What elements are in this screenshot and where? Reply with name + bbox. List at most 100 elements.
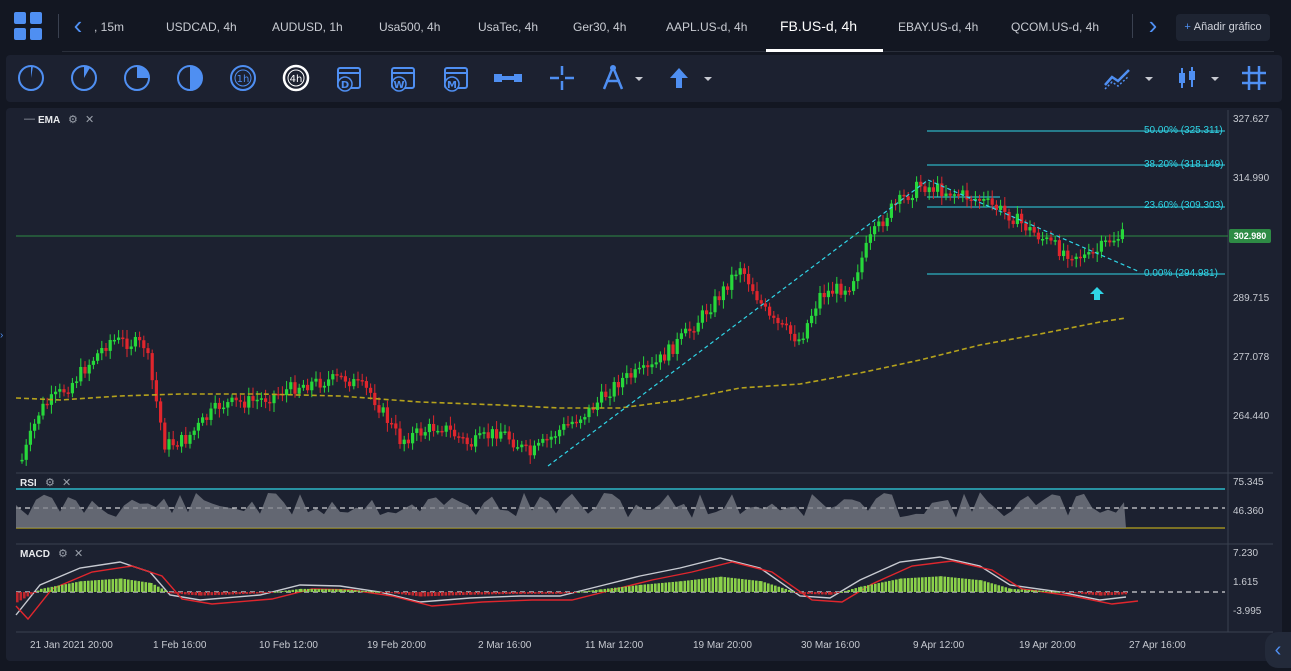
macd-histogram-bar	[1055, 591, 1059, 593]
macd-settings-gear-icon[interactable]: ⚙	[58, 547, 68, 560]
macd-histogram-bar	[1052, 591, 1055, 593]
macd-histogram-bar	[635, 585, 638, 592]
candle-body	[482, 432, 486, 434]
macd-histogram-bar	[1001, 586, 1004, 592]
macd-histogram-bar	[1024, 589, 1027, 592]
macd-histogram-bar	[249, 592, 252, 594]
candle-body	[28, 430, 32, 445]
candle-body	[75, 381, 79, 383]
candle-body	[667, 344, 671, 361]
trend-line	[927, 179, 1141, 273]
side-panel-toggle-icon[interactable]: ‹	[1265, 632, 1291, 668]
macd-histogram-bar	[491, 592, 494, 595]
candle-body	[268, 401, 272, 404]
candle-body	[251, 396, 255, 401]
ema-label: EMA	[38, 115, 61, 126]
candle-body	[831, 290, 835, 294]
candle-body	[201, 417, 205, 423]
rsi-tick: 46.360	[1233, 506, 1264, 517]
macd-histogram-bar	[90, 580, 94, 592]
macd-histogram-bar	[303, 588, 307, 592]
macd-histogram-bar	[54, 586, 57, 592]
left-edge-handle-icon[interactable]: ›	[0, 330, 3, 341]
candle-body	[306, 384, 310, 391]
collapse-ema-icon[interactable]: —	[24, 113, 35, 125]
candle-body	[188, 434, 192, 444]
candle-body	[805, 323, 809, 339]
price-chart[interactable]	[0, 0, 1291, 671]
macd-histogram-bar	[867, 585, 870, 592]
candle-body	[654, 362, 658, 365]
candle-body	[1078, 256, 1082, 259]
macd-histogram-bar	[643, 584, 647, 592]
macd-histogram-bar	[270, 592, 274, 593]
macd-histogram-bar	[723, 577, 727, 592]
candle-body	[226, 402, 230, 408]
candle-body	[96, 353, 100, 361]
candle-body	[692, 331, 696, 333]
macd-histogram-bar	[701, 578, 704, 592]
candle-body	[364, 381, 368, 388]
rsi-settings-gear-icon[interactable]: ⚙	[45, 476, 55, 489]
candle-body	[469, 444, 473, 447]
candle-body	[957, 194, 961, 196]
macd-histogram-bar	[770, 584, 774, 592]
candle-body	[553, 436, 557, 438]
macd-histogram-bar	[563, 592, 567, 594]
candle-body	[192, 430, 196, 435]
macd-histogram-bar	[1103, 592, 1107, 596]
macd-histogram-bar	[537, 592, 541, 594]
candle-body	[436, 430, 440, 433]
macd-histogram-bar	[508, 592, 512, 595]
macd-histogram-bar	[187, 592, 191, 595]
macd-histogram-bar	[928, 576, 931, 592]
macd-histogram-bar	[221, 592, 224, 595]
candle-body	[810, 315, 814, 324]
up-arrow-marker	[1090, 287, 1104, 300]
macd-histogram-bar	[423, 592, 427, 597]
macd-histogram-bar	[404, 592, 408, 595]
macd-histogram-bar	[252, 592, 256, 594]
macd-histogram-bar	[943, 576, 947, 592]
macd-histogram-bar	[784, 588, 788, 592]
candle-body	[259, 398, 263, 400]
ema-settings-gear-icon[interactable]: ⚙	[68, 113, 78, 126]
macd-histogram-bar	[1048, 591, 1052, 593]
candle-body	[1036, 232, 1040, 240]
macd-histogram-bar	[224, 592, 228, 595]
candle-body	[104, 347, 108, 351]
macd-histogram-bar	[795, 592, 798, 593]
rsi-close-icon[interactable]: ✕	[62, 476, 71, 489]
macd-histogram-bar	[130, 580, 134, 592]
macd-histogram-bar	[411, 592, 415, 596]
macd-histogram-bar	[477, 592, 480, 595]
macd-histogram-bar	[380, 592, 383, 593]
ema-close-icon[interactable]: ✕	[85, 113, 94, 126]
macd-tick: -3.995	[1233, 606, 1262, 617]
macd-histogram-bar	[141, 581, 144, 592]
macd-histogram-bar	[111, 579, 115, 592]
macd-histogram-bar	[214, 592, 217, 596]
macd-histogram-bar	[1038, 590, 1041, 592]
macd-histogram-bar	[668, 582, 671, 592]
candle-body	[537, 442, 541, 446]
time-tick: 21 Jan 2021 20:00	[30, 640, 113, 651]
macd-histogram-bar	[954, 577, 957, 592]
macd-histogram-bar	[567, 592, 570, 594]
macd-histogram-bar	[1077, 592, 1081, 594]
candle-body	[1116, 239, 1120, 241]
fib-level-23: 23.60% (309.303)	[1144, 200, 1224, 211]
macd-close-icon[interactable]: ✕	[74, 547, 83, 560]
candle-body	[264, 398, 268, 402]
price-tick: 289.715	[1233, 293, 1270, 304]
candle-body	[486, 432, 490, 439]
candle-body	[990, 198, 994, 205]
candle-body	[868, 234, 872, 243]
macd-histogram-bar	[680, 581, 683, 592]
macd-histogram-bar	[1034, 590, 1038, 592]
macd-histogram-bar	[997, 585, 1001, 592]
candle-body	[776, 317, 780, 324]
macd-histogram-bar	[990, 583, 994, 592]
macd-histogram-bar	[170, 592, 173, 594]
macd-histogram-bar	[624, 586, 628, 592]
